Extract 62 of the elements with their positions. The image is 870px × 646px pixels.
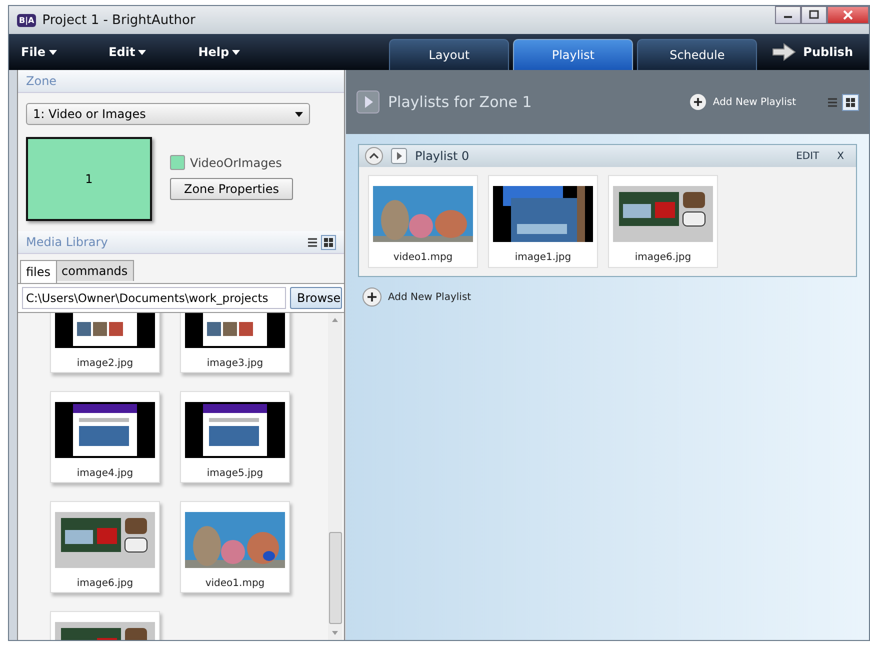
browse-button[interactable]: Browse (290, 287, 342, 309)
media-card[interactable]: video1.mpg (368, 175, 478, 268)
chevron-icon (369, 152, 379, 160)
caret-icon (48, 50, 57, 54)
tab[interactable]: Schedule (637, 39, 758, 70)
file-name: video1.mpg (393, 252, 453, 263)
minimize-button[interactable] (775, 6, 801, 24)
close-button[interactable]: X (837, 150, 844, 162)
plus-icon (688, 93, 707, 111)
zone-properties-button[interactable]: Zone Properties (170, 178, 293, 200)
file-name: image1.jpg (514, 252, 572, 263)
caret-icon (138, 50, 146, 54)
grid-view-icon[interactable] (321, 234, 336, 250)
tab[interactable]: Playlist (513, 39, 634, 70)
media-library-header: Media Library (26, 235, 108, 249)
publish-button[interactable]: Publish (765, 42, 859, 62)
media-card[interactable]: video1.mpg (180, 501, 290, 593)
path-field[interactable]: C:\Users\Owner\Documents\work_projects (22, 287, 286, 309)
file-name: image2.jpg (76, 358, 134, 369)
close-button[interactable] (827, 6, 869, 24)
plus-icon (362, 287, 382, 307)
zone-preview[interactable]: 1 (26, 137, 152, 221)
tab[interactable]: commands (56, 260, 134, 281)
media-card[interactable]: image4.jpg (50, 391, 160, 483)
file-name: video1.mpg (205, 578, 265, 589)
caret-icon (295, 112, 303, 116)
media-card[interactable]: image3.jpg (180, 313, 290, 373)
maximize-icon (809, 10, 819, 20)
window-title: Project 1 - BrightAuthor (42, 12, 196, 28)
file-name: image6.jpg (76, 578, 134, 589)
edit-button[interactable]: EDIT (796, 150, 820, 162)
caret-icon (232, 50, 240, 54)
arrow-icon (771, 43, 798, 61)
collapse-button[interactable] (365, 147, 383, 165)
zone-header: Zone (18, 70, 344, 93)
play-icon[interactable] (356, 90, 380, 114)
add-playlist-button[interactable]: Add New Playlist (682, 92, 802, 112)
zone-dropdown[interactable]: 1: Video or Images (26, 103, 310, 125)
close-icon (843, 10, 853, 20)
zone-color-swatch (170, 155, 185, 170)
file-name: image5.jpg (206, 468, 264, 479)
play-icon[interactable] (391, 148, 407, 164)
maximize-button[interactable] (801, 6, 827, 24)
zone-name: VideoOrImages (190, 156, 282, 170)
media-card[interactable]: image2.jpg (50, 313, 160, 373)
media-card[interactable]: image6.jpg (50, 501, 160, 593)
app-logo: B|A (17, 14, 36, 26)
panel-title: Playlists for Zone 1 (388, 93, 532, 111)
media-card[interactable]: image5.jpg (180, 391, 290, 483)
media-card[interactable]: image1.jpg (488, 175, 598, 268)
file-name: image3.jpg (206, 358, 264, 369)
playlist-name: Playlist 0 (415, 149, 470, 163)
menu-item[interactable]: Help (192, 44, 246, 60)
menu-item[interactable]: File (15, 44, 63, 60)
grid-view-icon[interactable] (842, 94, 859, 110)
file-name: image6.jpg (634, 252, 692, 263)
tab[interactable]: Layout (389, 39, 510, 70)
add-playlist-button[interactable]: Add New Playlist (358, 287, 476, 307)
media-card[interactable]: image6.jpg (608, 175, 718, 268)
file-name: image4.jpg (76, 468, 134, 479)
menu-item[interactable]: Edit (102, 44, 152, 60)
tab[interactable]: files (20, 260, 57, 283)
